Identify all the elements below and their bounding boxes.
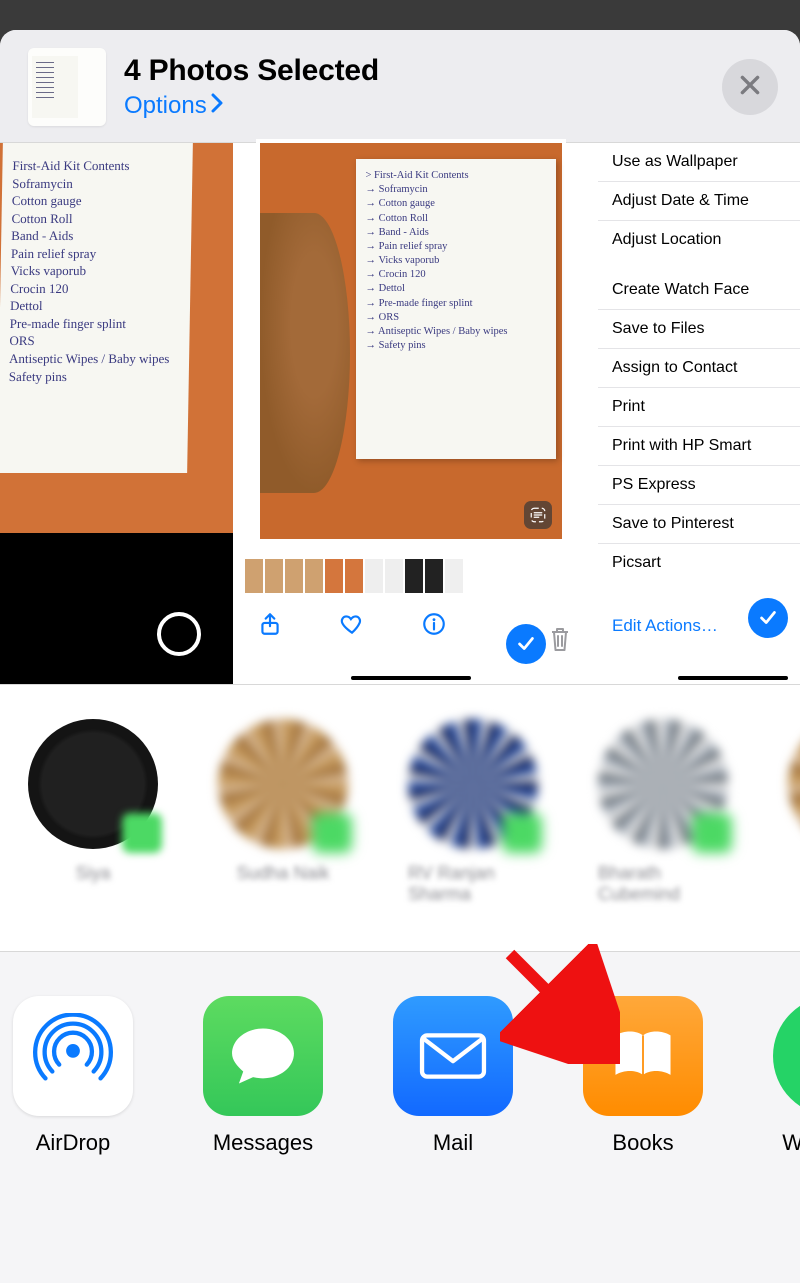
action-save-to-files[interactable]: Save to Files — [598, 309, 800, 348]
app-badge-icon — [312, 813, 352, 853]
contact-avatar — [28, 719, 158, 849]
live-text-icon[interactable] — [524, 501, 552, 529]
app-label: Books — [612, 1130, 673, 1156]
books-icon — [583, 996, 703, 1116]
app-label: Mail — [433, 1130, 473, 1156]
contact-item[interactable]: Bharath Cubemind — [598, 719, 728, 905]
selection-check-icon[interactable] — [506, 624, 546, 664]
app-label: AirDrop — [36, 1130, 111, 1156]
photo-preview[interactable]: > First-Aid Kit Contents → Soframycin → … — [260, 143, 562, 539]
contact-name: RV Ranjan Sharma — [408, 863, 538, 905]
close-icon — [737, 72, 763, 103]
contact-avatar — [598, 719, 728, 849]
app-books[interactable]: Books — [578, 996, 708, 1156]
camera-preview-pane: First-Aid Kit Contents Soframycin Cotton… — [0, 143, 233, 684]
action-use-as-wallpaper[interactable]: Use as Wallpaper — [598, 143, 800, 181]
photo-content: > First-Aid Kit Contents → Soframycin → … — [356, 159, 556, 459]
selection-thumbnail — [28, 48, 106, 126]
contact-avatar — [408, 719, 538, 849]
contact-name: Siya — [75, 863, 110, 884]
mail-icon — [393, 996, 513, 1116]
home-indicator — [351, 676, 471, 680]
favorite-heart-icon[interactable] — [339, 611, 365, 637]
contact-item[interactable]: Siya — [28, 719, 158, 905]
action-ps-express[interactable]: PS Express — [598, 465, 800, 504]
home-indicator — [678, 676, 788, 680]
messages-icon — [203, 996, 323, 1116]
share-sheet-header: 4 Photos Selected Options — [0, 30, 800, 142]
contact-item[interactable]: RV Ranjan Sharma — [408, 719, 538, 905]
edit-actions-button[interactable]: Edit Actions… — [598, 616, 718, 636]
contact-name: Sudha Naik — [236, 863, 329, 884]
close-button[interactable] — [722, 59, 778, 115]
contact-item[interactable]: Sudha Naik — [218, 719, 348, 905]
actions-group-2: Create Watch Face Save to Files Assign t… — [598, 271, 800, 582]
preview-row: First-Aid Kit Contents Soframycin Cotton… — [0, 142, 800, 684]
action-print-hp-smart[interactable]: Print with HP Smart — [598, 426, 800, 465]
options-button[interactable]: Options — [124, 92, 223, 120]
share-sheet: 4 Photos Selected Options First-Aid Kit … — [0, 30, 800, 1283]
options-label: Options — [124, 92, 207, 120]
photo-thumbnail-strip[interactable] — [241, 559, 463, 593]
airdrop-icon — [13, 996, 133, 1116]
selection-check-icon[interactable] — [748, 598, 788, 638]
selection-title: 4 Photos Selected — [124, 54, 704, 88]
contact-avatar — [788, 719, 800, 849]
app-label: Messages — [213, 1130, 313, 1156]
app-label: WhatsApp — [782, 1130, 800, 1156]
app-whatsapp[interactable]: WhatsApp — [768, 996, 800, 1156]
action-adjust-location[interactable]: Adjust Location — [598, 220, 800, 259]
trash-icon[interactable] — [548, 625, 572, 660]
contact-item[interactable] — [788, 719, 800, 905]
action-create-watch-face[interactable]: Create Watch Face — [598, 271, 800, 309]
share-apps-row[interactable]: AirDrop Messages Mail Books WhatsApp — [0, 952, 800, 1156]
app-badge-icon — [502, 813, 542, 853]
share-icon[interactable] — [257, 611, 283, 637]
app-badge-icon — [692, 813, 732, 853]
app-airdrop[interactable]: AirDrop — [8, 996, 138, 1156]
photo-preview-pane: > First-Aid Kit Contents → Soframycin → … — [233, 143, 588, 684]
action-picsart[interactable]: Picsart — [598, 543, 800, 582]
app-mail[interactable]: Mail — [388, 996, 518, 1156]
app-messages[interactable]: Messages — [198, 996, 328, 1156]
shutter-button-icon — [157, 612, 201, 656]
whatsapp-icon — [773, 996, 800, 1116]
action-assign-to-contact[interactable]: Assign to Contact — [598, 348, 800, 387]
action-adjust-date-time[interactable]: Adjust Date & Time — [598, 181, 800, 220]
chevron-right-icon — [211, 92, 223, 120]
actions-pane: Use as Wallpaper Adjust Date & Time Adju… — [588, 143, 800, 684]
contact-name: Bharath Cubemind — [598, 863, 728, 905]
app-badge-icon — [122, 813, 162, 853]
actions-group-1: Use as Wallpaper Adjust Date & Time Adju… — [598, 143, 800, 259]
info-icon[interactable] — [421, 611, 447, 637]
action-print[interactable]: Print — [598, 387, 800, 426]
photo-content-left: First-Aid Kit Contents Soframycin Cotton… — [0, 143, 193, 473]
action-save-to-pinterest[interactable]: Save to Pinterest — [598, 504, 800, 543]
airdrop-contacts-row[interactable]: Siya Sudha Naik RV Ranjan Sharma Bharath… — [0, 684, 800, 952]
contact-avatar — [218, 719, 348, 849]
